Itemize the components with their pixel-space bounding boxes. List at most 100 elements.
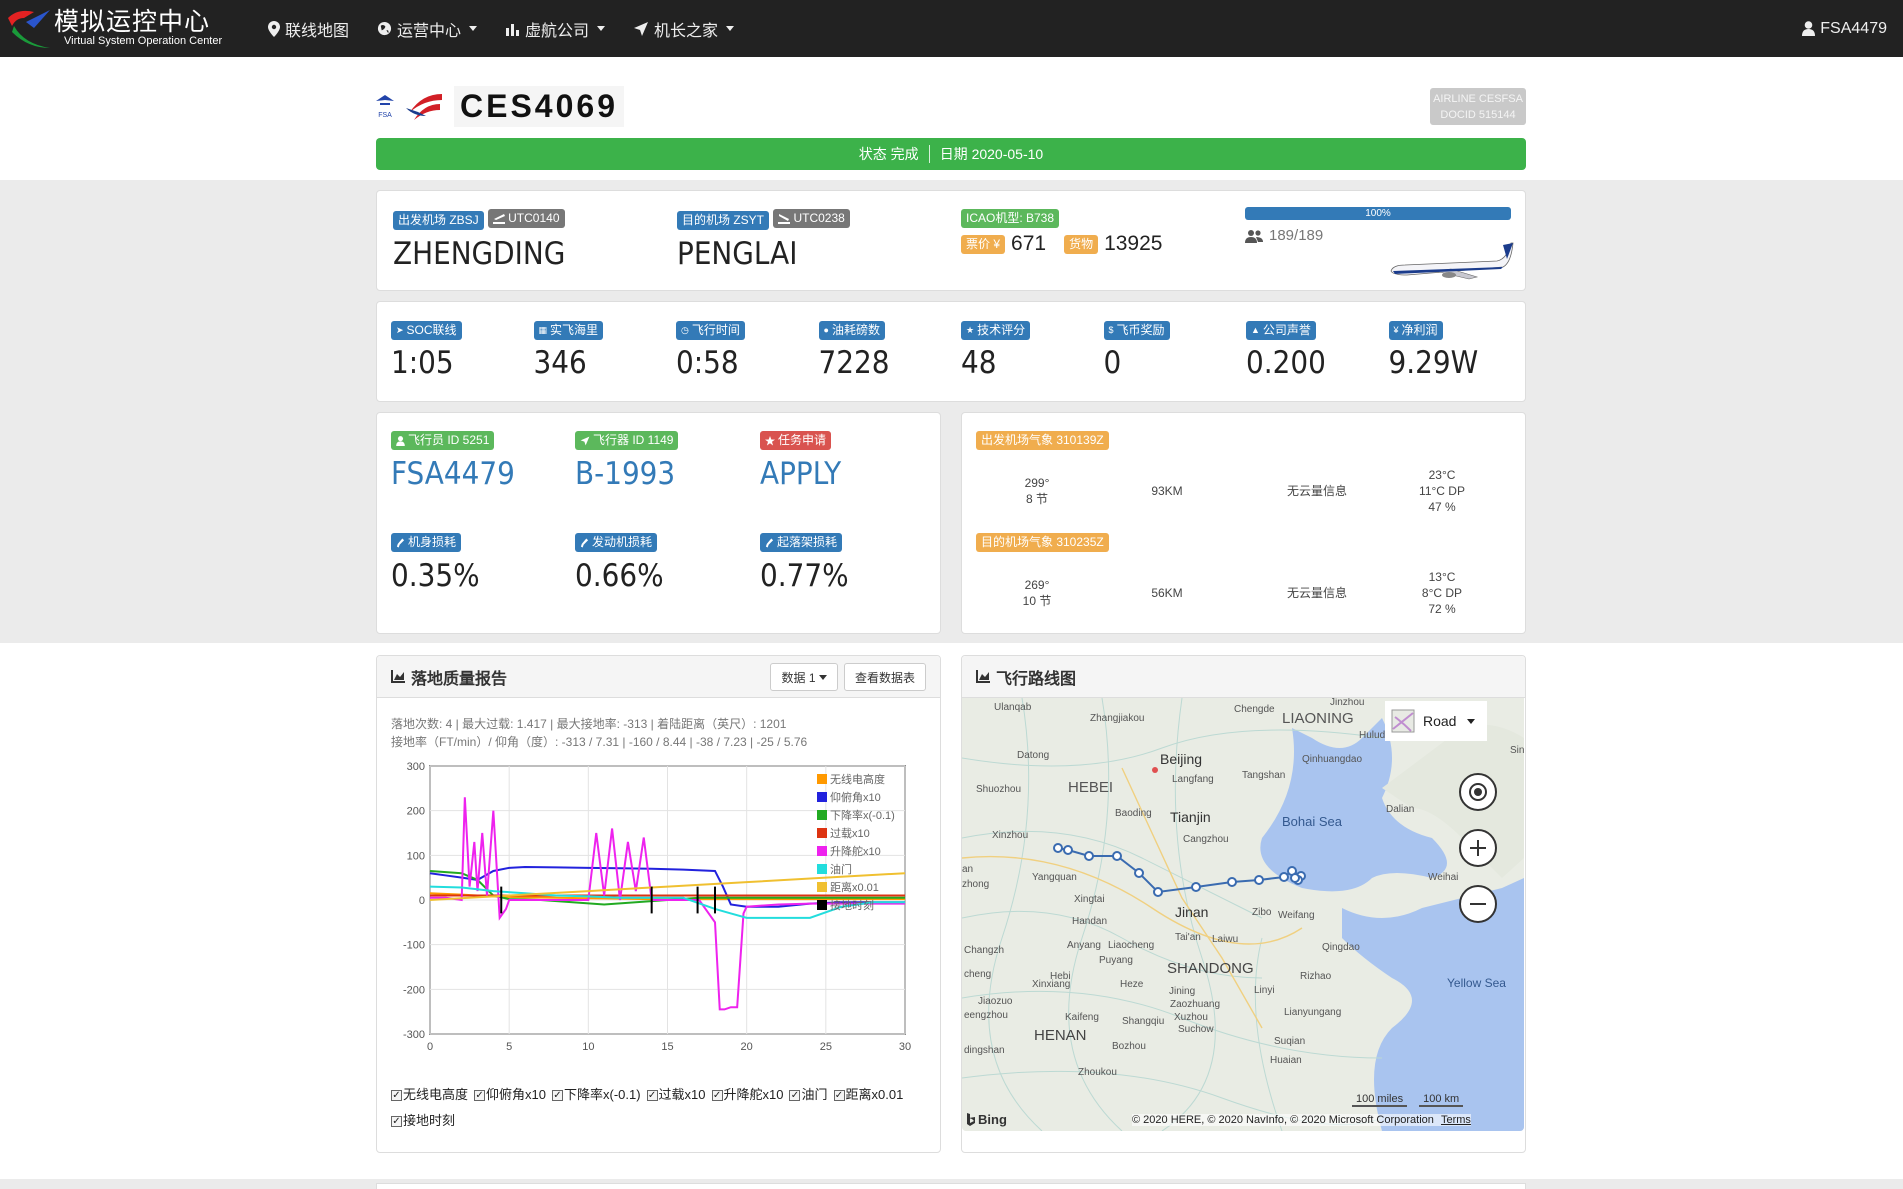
nav-virtual-airline[interactable]: 虚航公司 xyxy=(505,17,606,41)
bing-text: Bing xyxy=(978,1112,1007,1127)
series-toggle[interactable]: ✓ 仰俯角x10 xyxy=(474,1082,546,1108)
task-badge: 任务申请 xyxy=(760,431,832,450)
engine-wear-value: 0.66% xyxy=(575,557,664,594)
series-toggle-label: 油门 xyxy=(801,1087,828,1102)
flight-number: CES4069 xyxy=(454,86,624,127)
stat-value: 0:58 xyxy=(676,345,739,381)
map-style-selector[interactable]: Road xyxy=(1385,701,1487,741)
doc-id: DOCID 515144 xyxy=(1440,109,1516,121)
legend-swatch xyxy=(817,900,827,910)
series-toggle[interactable]: ✓ 过载x10 xyxy=(646,1082,706,1108)
arrival-cloud: 无云量信息 xyxy=(1286,586,1347,600)
series-toggle[interactable]: ✓ 接地时刻 xyxy=(391,1108,455,1134)
route-waypoint[interactable] xyxy=(1134,868,1144,878)
checkbox-checked-icon[interactable]: ✓ xyxy=(391,1089,402,1101)
pilot-id-link[interactable]: FSA4479 xyxy=(391,455,515,493)
map-place-label: Tai'an xyxy=(1175,932,1201,943)
chevron-down-icon xyxy=(818,674,827,680)
map-canvas[interactable]: Ulanqab Zhangjiakou Chengde Jinzhou LIAONING… xyxy=(962,698,1524,1131)
route-waypoint[interactable] xyxy=(1153,887,1163,897)
terms-link[interactable]: Terms xyxy=(1441,1114,1471,1126)
crew-damage-panel: 飞行员 ID 5251 FSA4479 飞行器 ID 1149 B-1993 任… xyxy=(376,412,941,634)
series-toggle-label: 接地时刻 xyxy=(403,1113,456,1128)
stat-value: 48 xyxy=(961,345,997,381)
series-toggle-label: 距离x0.01 xyxy=(845,1087,904,1102)
departure-humidity: 47 % xyxy=(1428,500,1456,514)
arrival-utc-badge: UTC0238 xyxy=(773,209,850,228)
map-scale: 100 miles 100 km xyxy=(1352,1093,1464,1107)
route-waypoint[interactable] xyxy=(1254,875,1264,885)
series-toggle[interactable]: ✓ 油门 xyxy=(789,1082,828,1108)
chevron-down-icon xyxy=(469,26,478,31)
locate-me-button[interactable] xyxy=(1459,773,1497,811)
fare-value: 671 xyxy=(1011,232,1047,255)
body-wear-badge: 机身损耗 xyxy=(391,533,462,552)
zoom-in-button[interactable] xyxy=(1459,829,1497,867)
series-toggle[interactable]: ✓ 距离x0.01 xyxy=(833,1082,904,1108)
map-place-label: Tangshan xyxy=(1242,770,1285,781)
route-waypoint[interactable] xyxy=(1084,851,1094,861)
checkbox-checked-icon[interactable]: ✓ xyxy=(711,1089,723,1101)
route-waypoint[interactable] xyxy=(1112,851,1122,861)
checkbox-checked-icon[interactable]: ✓ xyxy=(551,1089,563,1101)
route-map-title: 飞行路线图 xyxy=(996,670,1077,688)
checkbox-checked-icon[interactable]: ✓ xyxy=(646,1089,658,1101)
fsa-logo: FSA xyxy=(376,94,394,120)
task-apply-link[interactable]: APPLY xyxy=(760,455,841,493)
zoom-out-button[interactable] xyxy=(1459,885,1497,923)
map-place-label: Cangzhou xyxy=(1183,834,1229,845)
plus-icon xyxy=(1470,840,1486,856)
route-waypoint[interactable] xyxy=(1063,845,1073,855)
route-waypoint[interactable] xyxy=(1279,872,1289,882)
map-place-label: Puyang xyxy=(1099,955,1133,966)
nav-captain-home[interactable]: 机长之家 xyxy=(633,17,735,41)
nav-online-map[interactable]: 联线地图 xyxy=(268,17,349,41)
map-place-label: Zibo xyxy=(1252,907,1272,918)
route-map[interactable]: Ulanqab Zhangjiakou Chengde Jinzhou LIAONING… xyxy=(962,698,1524,1131)
stat-label: 公司声誉 xyxy=(1262,323,1311,337)
map-place-label: Yangquan xyxy=(1032,872,1077,883)
aircraft-reg-link[interactable]: B-1993 xyxy=(575,455,678,493)
route-waypoint[interactable] xyxy=(1290,873,1300,883)
series-toggle[interactable]: ✓ 升降舵x10 xyxy=(711,1082,783,1108)
departure-name: ZHENGDING xyxy=(393,236,566,272)
route-waypoint[interactable] xyxy=(1053,843,1063,853)
y-tick-label: -200 xyxy=(403,984,425,996)
route-waypoint[interactable] xyxy=(1191,882,1201,892)
x-tick-label: 25 xyxy=(820,1041,832,1053)
task-block: 任务申请 APPLY xyxy=(760,431,841,493)
checkbox-checked-icon[interactable]: ✓ xyxy=(789,1089,801,1101)
stat-badge: ▲ 公司声誉 xyxy=(1246,321,1316,340)
map-place-label: Baoding xyxy=(1115,808,1152,819)
map-place-label: Bozhou xyxy=(1112,1041,1146,1052)
wrench-icon xyxy=(580,538,589,547)
arrival-weather-badge-wrap: 目的机场气象 310235Z xyxy=(976,533,1109,552)
series-toggle[interactable]: ✓ 下降率x(-0.1) xyxy=(551,1082,641,1108)
map-place-label: Anyang xyxy=(1067,940,1101,951)
view-data-table-button[interactable]: 查看数据表 xyxy=(844,663,926,691)
load-percent: 100% xyxy=(1365,208,1391,219)
map-place-label: Datong xyxy=(1017,750,1049,761)
checkbox-checked-icon[interactable]: ✓ xyxy=(391,1115,402,1127)
stat-7: ¥ 净利润 9.29W xyxy=(1388,320,1478,382)
y-tick-label: -300 xyxy=(403,1029,425,1041)
route-waypoint[interactable] xyxy=(1227,877,1237,887)
users-icon xyxy=(1245,229,1263,243)
checkbox-checked-icon[interactable]: ✓ xyxy=(833,1089,845,1101)
map-place-label: Xuzhou xyxy=(1174,1012,1208,1023)
checkbox-checked-icon[interactable]: ✓ xyxy=(474,1089,486,1101)
x-tick-label: 0 xyxy=(427,1041,433,1053)
nav-operations-center[interactable]: 运营中心 xyxy=(377,17,478,41)
data-select-button[interactable]: 数据 1 xyxy=(770,663,838,691)
fsa-logo-icon xyxy=(376,94,394,105)
site-logo[interactable]: 模拟运控中心 Virtual System Operation Center xyxy=(4,4,254,54)
bing-logo: Bing xyxy=(966,1112,1007,1127)
engine-wear-label: 发动机损耗 xyxy=(592,535,653,549)
user-menu[interactable]: FSA4479 xyxy=(1802,20,1887,38)
series-toggle[interactable]: ✓ 无线电高度 xyxy=(391,1082,468,1108)
arrival-wind-speed: 10 节 xyxy=(1022,594,1052,608)
plane-takeoff-icon xyxy=(493,214,506,224)
departure-temp-value: 23°C xyxy=(1428,468,1456,482)
stat-label: 油耗磅数 xyxy=(831,323,880,337)
stat-3: ● 油耗磅数 7228 xyxy=(818,320,889,382)
